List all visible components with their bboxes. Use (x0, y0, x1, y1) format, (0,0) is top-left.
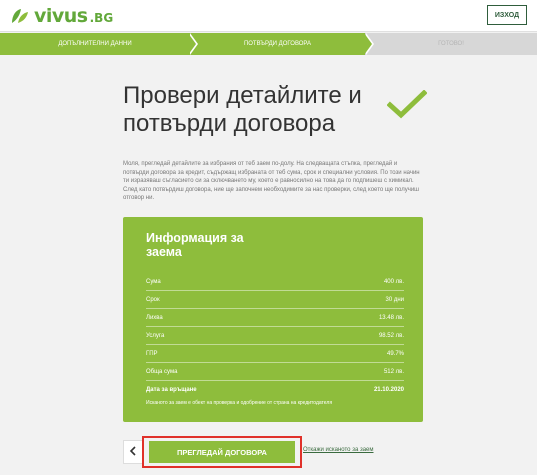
row-value: 512 лв. (383, 368, 404, 375)
row-value: 13.48 лв. (378, 314, 404, 321)
progress-steps: ДОПЪЛНИТЕЛНИ ДАННИ ПОТВЪРДИ ДОГОВОРА ГОТ… (0, 33, 537, 55)
loan-row-due-date: Дата за връщане 21.10.2020 (146, 381, 404, 399)
top-header: vivus .BG ИЗХОД (0, 0, 537, 32)
loan-row-interest: Лихва 13.48 лв. (146, 309, 404, 327)
step-separator-fill (364, 33, 372, 55)
row-label: Сума (146, 278, 161, 285)
row-label: Обща сума (146, 368, 178, 375)
logo-text: vivus (34, 5, 88, 27)
row-label: Срок (146, 296, 160, 303)
row-value: 400 лв. (383, 278, 404, 285)
leaf-logo-icon (10, 7, 30, 25)
row-label: ГПР (146, 350, 158, 357)
back-button[interactable] (123, 440, 143, 464)
step-additional-data: ДОПЪЛНИТЕЛНИ ДАННИ (0, 33, 190, 55)
reject-loan-link[interactable]: Откажи исканото за заем (303, 447, 374, 453)
loan-row-service: Услуга 98.52 лв. (146, 327, 404, 345)
loan-info-card: Информация за заема Сума 400 лв. Срок 30… (123, 217, 423, 422)
intro-paragraph: Моля, прегледай детайлите за избрания от… (123, 161, 420, 184)
row-label: Дата за връщане (146, 387, 197, 393)
row-label: Услуга (146, 332, 165, 339)
checkmark-icon (386, 89, 428, 125)
page-title: Провери детайлите и потвърди договора (123, 82, 362, 137)
step-confirm-contract: ПОТВЪРДИ ДОГОВОРА (190, 33, 365, 55)
row-value: 49.7% (386, 350, 404, 357)
logo-suffix: .BG (89, 11, 114, 25)
card-title: Информация за заема (146, 231, 244, 259)
row-value: 30 дни (385, 296, 404, 303)
row-value: 98.52 лв. (378, 332, 404, 339)
chevron-left-icon (129, 443, 137, 461)
card-note: Исканото за заем е обект на проверка и о… (146, 400, 333, 406)
loan-row-amount: Сума 400 лв. (146, 273, 404, 291)
intro-text: Моля, прегледай детайлите за избрания от… (123, 160, 423, 203)
loan-row-term: Срок 30 дни (146, 291, 404, 309)
review-contract-button[interactable]: ПРЕГЛЕДАЙ ДОГОВОРА (149, 441, 295, 463)
step-separator-fill (188, 33, 196, 55)
exit-button[interactable]: ИЗХОД (487, 5, 527, 25)
intro-paragraph: След като потвърдиш договора, ние ще зап… (123, 186, 419, 202)
loan-row-total: Обща сума 512 лв. (146, 363, 404, 381)
row-label: Лихва (146, 314, 163, 321)
loan-row-apr: ГПР 49.7% (146, 345, 404, 363)
row-value: 21.10.2020 (373, 387, 404, 393)
step-done: ГОТОВО! (365, 33, 537, 55)
vivus-logo[interactable]: vivus .BG (10, 4, 113, 28)
